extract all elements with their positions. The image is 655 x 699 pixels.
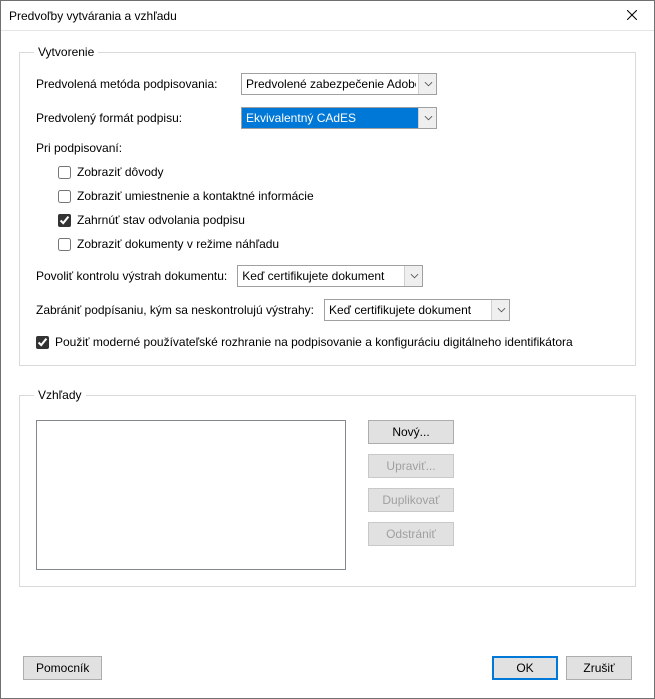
- preview-mode-row: Zobraziť dokumenty v režime náhľadu: [58, 237, 619, 251]
- dialog-window: Predvoľby vytvárania a vzhľadu Vytvoreni…: [0, 0, 655, 699]
- show-reasons-label: Zobraziť dôvody: [77, 165, 164, 179]
- allow-warnings-row: Povoliť kontrolu výstrah dokumentu: Keď …: [36, 265, 619, 287]
- show-location-label: Zobraziť umiestnenie a kontaktné informá…: [77, 189, 314, 203]
- show-reasons-row: Zobraziť dôvody: [58, 165, 619, 179]
- prevent-signing-select[interactable]: Keď certifikujete dokument: [324, 299, 510, 321]
- delete-button[interactable]: Odstrániť: [368, 522, 454, 546]
- cancel-button[interactable]: Zrušiť: [566, 656, 632, 680]
- include-revocation-row: Zahrnúť stav odvolania podpisu: [58, 213, 619, 227]
- show-reasons-checkbox[interactable]: [58, 166, 71, 179]
- default-method-select-wrap: Predvolené zabezpečenie Adobe: [241, 73, 437, 95]
- allow-warnings-select[interactable]: Keď certifikujete dokument: [237, 265, 423, 287]
- duplicate-button[interactable]: Duplikovať: [368, 488, 454, 512]
- default-format-select[interactable]: Ekvivalentný CAdES: [241, 107, 437, 129]
- allow-warnings-select-wrap: Keď certifikujete dokument: [237, 265, 423, 287]
- appearances-listbox[interactable]: [36, 420, 346, 570]
- preview-mode-checkbox[interactable]: [58, 238, 71, 251]
- allow-warnings-label: Povoliť kontrolu výstrah dokumentu:: [36, 269, 227, 283]
- titlebar: Predvoľby vytvárania a vzhľadu: [1, 1, 654, 31]
- edit-button[interactable]: Upraviť...: [368, 454, 454, 478]
- close-icon: [627, 8, 637, 23]
- signing-checks: Zobraziť dôvody Zobraziť umiestnenie a k…: [58, 165, 619, 251]
- include-revocation-label: Zahrnúť stav odvolania podpisu: [77, 213, 245, 227]
- ok-button[interactable]: OK: [492, 656, 558, 680]
- include-revocation-checkbox[interactable]: [58, 214, 71, 227]
- prevent-signing-row: Zabrániť podpísaniu, kým sa neskontroluj…: [36, 299, 619, 321]
- new-button[interactable]: Nový...: [368, 420, 454, 444]
- creation-legend: Vytvorenie: [34, 45, 98, 59]
- preview-mode-label: Zobraziť dokumenty v režime náhľadu: [77, 237, 279, 251]
- creation-group: Vytvorenie Predvolená metóda podpisovani…: [19, 45, 636, 366]
- modern-ui-row: Použiť moderné používateľské rozhranie n…: [36, 335, 619, 349]
- default-format-row: Predvolený formát podpisu: Ekvivalentný …: [36, 107, 619, 129]
- default-method-select[interactable]: Predvolené zabezpečenie Adobe: [241, 73, 437, 95]
- dialog-content: Vytvorenie Predvolená metóda podpisovani…: [1, 31, 654, 698]
- prevent-signing-select-wrap: Keď certifikujete dokument: [324, 299, 510, 321]
- appearances-group: Vzhľady Nový... Upraviť... Duplikovať Od…: [19, 388, 636, 587]
- show-location-checkbox[interactable]: [58, 190, 71, 203]
- help-button[interactable]: Pomocník: [23, 656, 102, 680]
- appearances-body: Nový... Upraviť... Duplikovať Odstrániť: [36, 416, 619, 570]
- modern-ui-checkbox[interactable]: [36, 336, 49, 349]
- appearances-buttons: Nový... Upraviť... Duplikovať Odstrániť: [368, 420, 454, 570]
- show-location-row: Zobraziť umiestnenie a kontaktné informá…: [58, 189, 619, 203]
- default-method-label: Predvolená metóda podpisovania:: [36, 77, 241, 91]
- prevent-signing-label: Zabrániť podpísaniu, kým sa neskontroluj…: [36, 303, 314, 317]
- dialog-footer: Pomocník OK Zrušiť: [19, 656, 636, 684]
- close-button[interactable]: [609, 1, 654, 30]
- default-format-select-wrap: Ekvivalentný CAdES: [241, 107, 437, 129]
- default-method-row: Predvolená metóda podpisovania: Predvole…: [36, 73, 619, 95]
- window-title: Predvoľby vytvárania a vzhľadu: [9, 9, 177, 23]
- appearances-legend: Vzhľady: [34, 388, 86, 402]
- modern-ui-label: Použiť moderné používateľské rozhranie n…: [55, 335, 573, 349]
- when-signing-label: Pri podpisovaní:: [36, 141, 619, 155]
- default-format-label: Predvolený formát podpisu:: [36, 111, 241, 125]
